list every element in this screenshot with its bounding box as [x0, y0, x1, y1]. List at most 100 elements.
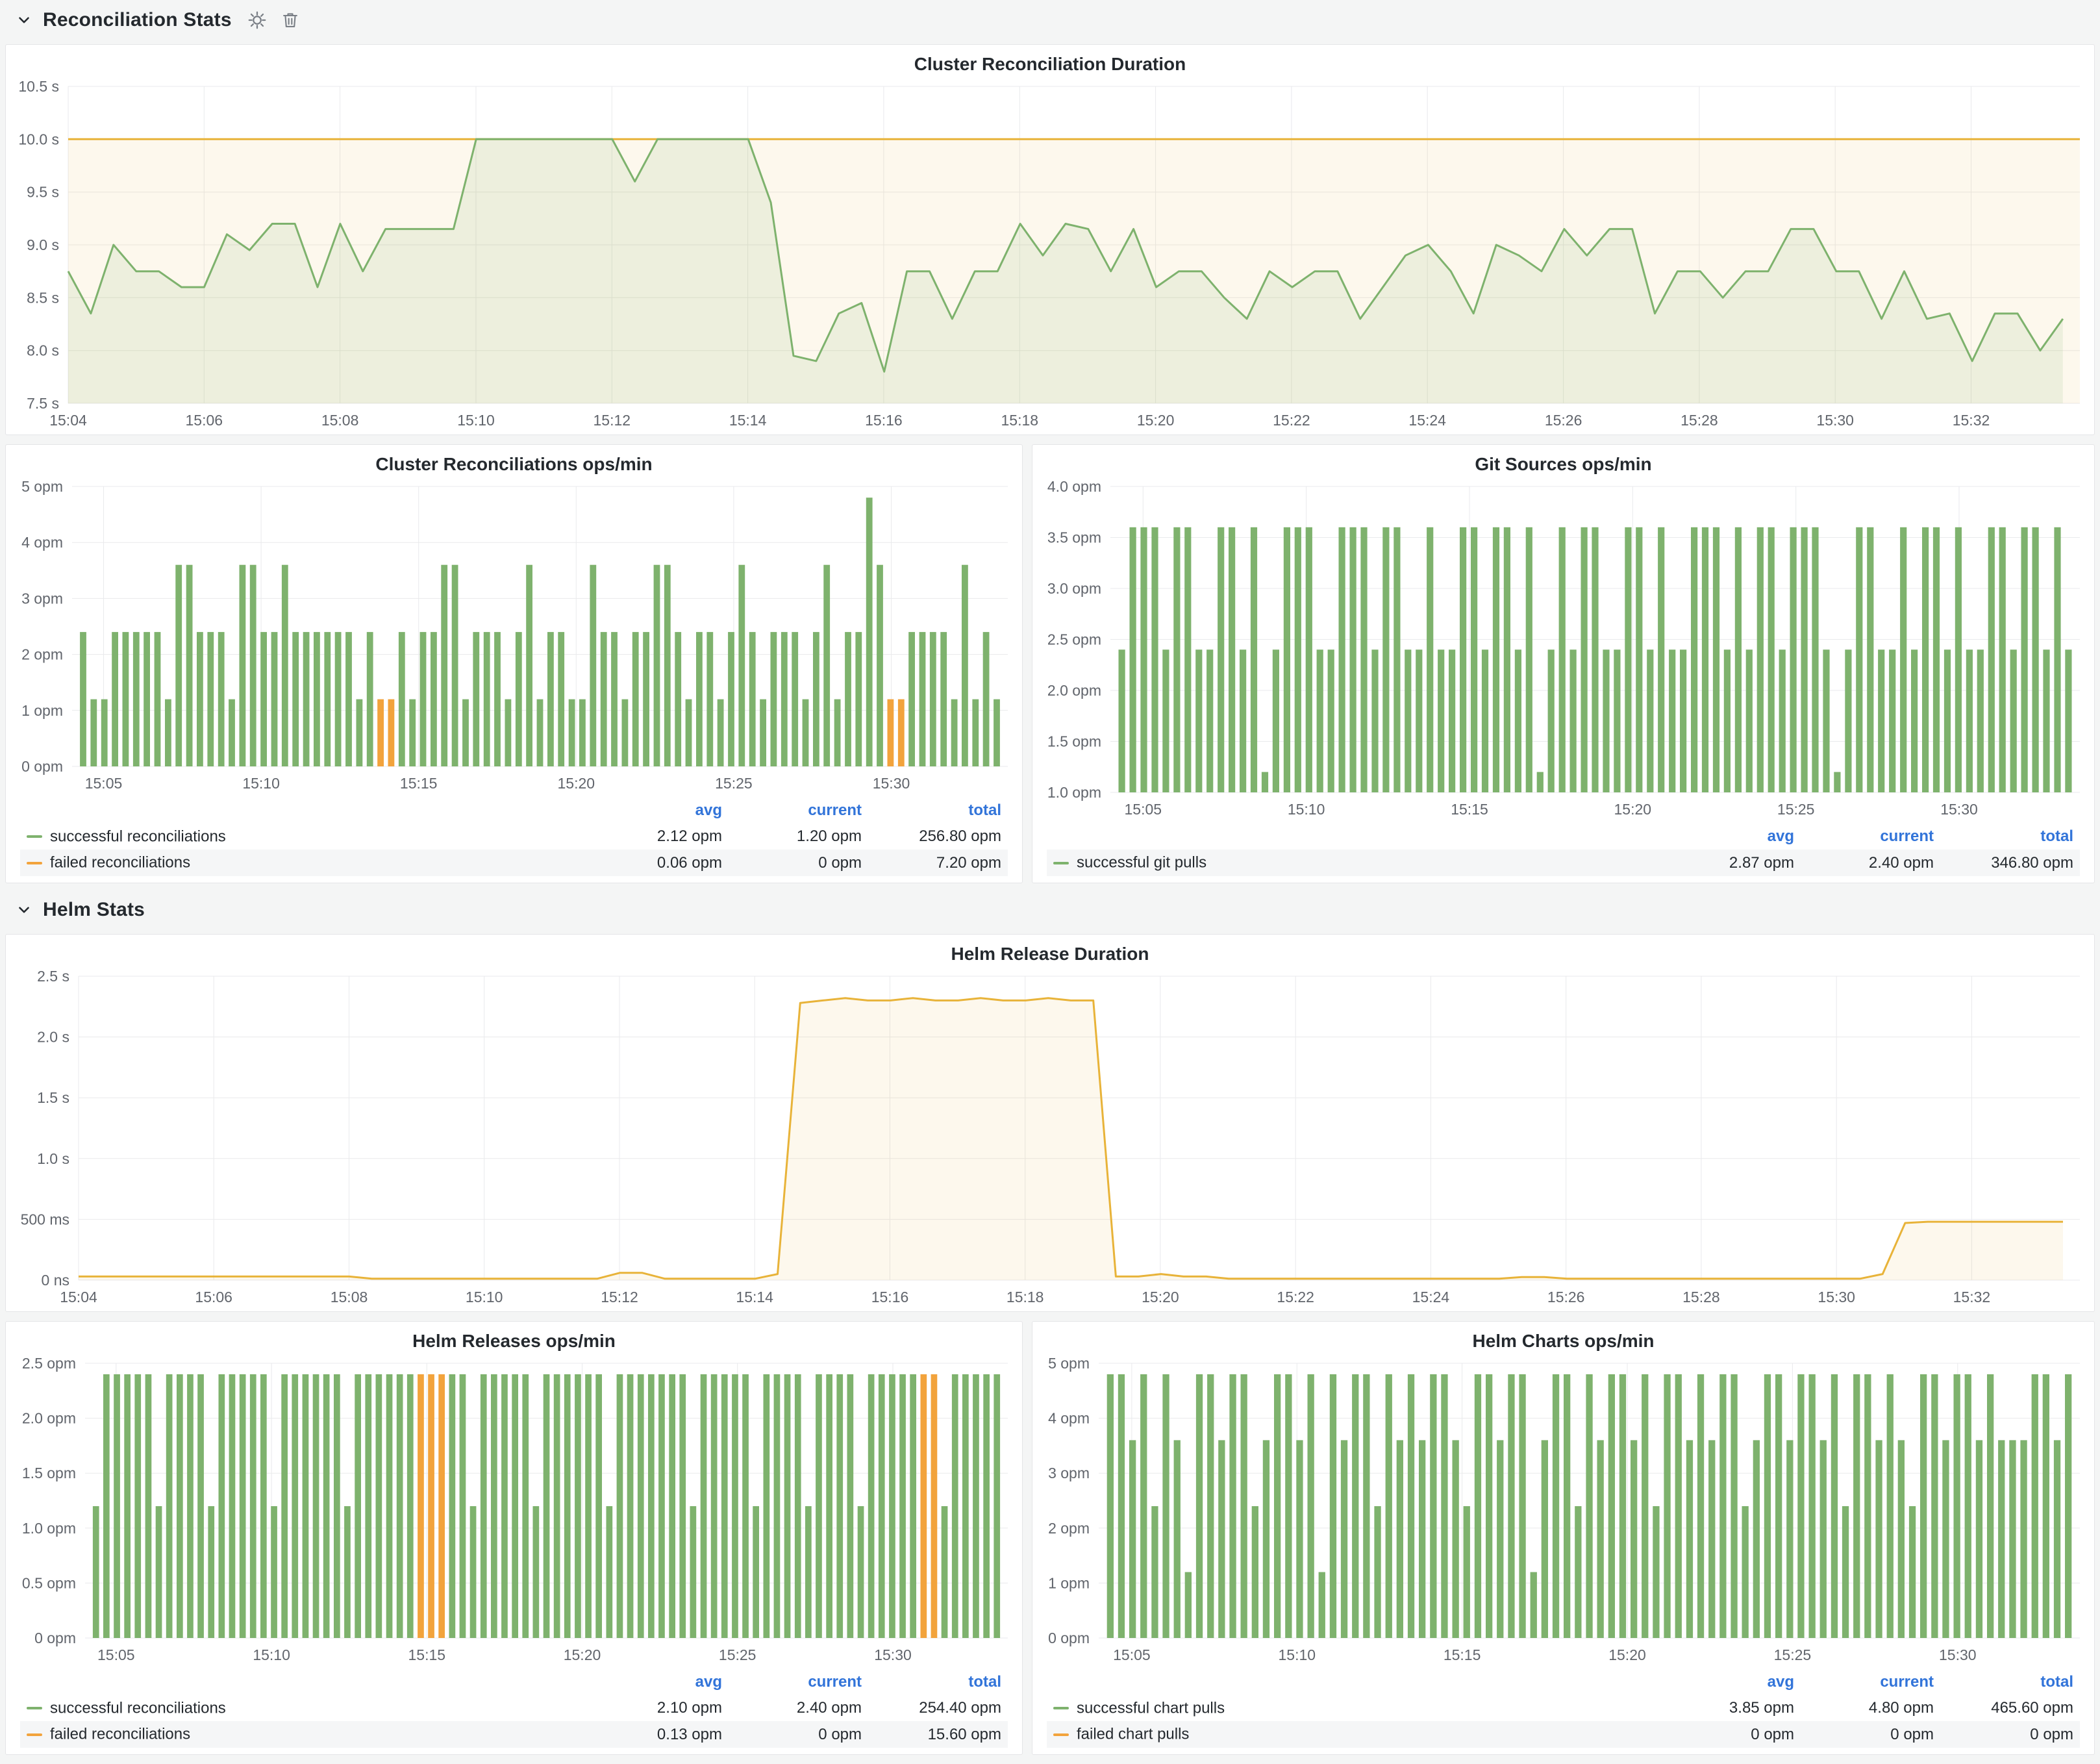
- svg-text:15:30: 15:30: [874, 1646, 912, 1663]
- svg-text:15:18: 15:18: [1006, 1289, 1044, 1305]
- svg-text:0.5 opm: 0.5 opm: [22, 1574, 76, 1591]
- svg-text:9.0 s: 9.0 s: [27, 236, 59, 253]
- legend-col-total[interactable]: total: [868, 798, 1008, 824]
- svg-text:15:12: 15:12: [594, 412, 631, 429]
- svg-text:15:16: 15:16: [865, 412, 903, 429]
- legend-col-total[interactable]: total: [1940, 824, 2080, 850]
- panel-cluster-reconciliations-ops: Cluster Reconciliations ops/min 15:0515:…: [5, 444, 1023, 883]
- trash-icon[interactable]: [281, 10, 299, 30]
- legend-series-name[interactable]: failed reconciliations: [50, 1726, 190, 1743]
- panel-helm-release-duration: Helm Release Duration 15:0415:0615:0815:…: [5, 934, 2095, 1312]
- svg-text:15:28: 15:28: [1681, 412, 1718, 429]
- svg-text:9.5 s: 9.5 s: [27, 184, 59, 201]
- legend-col-total[interactable]: total: [1940, 1669, 2080, 1695]
- chevron-down-icon[interactable]: [16, 901, 32, 918]
- legend-series-name[interactable]: successful git pulls: [1077, 854, 1206, 872]
- svg-text:5 opm: 5 opm: [21, 478, 63, 495]
- legend-col-total[interactable]: total: [868, 1669, 1008, 1695]
- legend-row-failed: failed reconciliations 0.13 opm 0 opm 15…: [20, 1721, 1008, 1748]
- legend-current-value: 0 opm: [729, 1721, 868, 1748]
- legend-row-failed: failed chart pulls 0 opm 0 opm 0 opm: [1047, 1721, 2080, 1748]
- svg-text:7.5 s: 7.5 s: [27, 395, 59, 412]
- legend-header-row: avg current total: [20, 1669, 1008, 1695]
- svg-text:15:15: 15:15: [408, 1646, 446, 1663]
- legend-series-name[interactable]: failed reconciliations: [50, 854, 190, 872]
- helm-release-duration-chart[interactable]: 15:0415:0615:0815:1015:1215:1415:1615:18…: [6, 966, 2094, 1311]
- chevron-down-icon[interactable]: [16, 12, 32, 29]
- legend-current-value: 0 opm: [729, 850, 868, 876]
- cluster-reconciliations-ops-chart[interactable]: 15:0515:1015:1515:2015:2515:300 opm1 opm…: [6, 476, 1022, 798]
- legend-current-value: 4.80 opm: [1801, 1695, 1940, 1722]
- legend-col-avg[interactable]: avg: [1661, 824, 1801, 850]
- panel-title[interactable]: Helm Releases ops/min: [6, 1322, 1022, 1353]
- svg-text:0 opm: 0 opm: [21, 758, 63, 775]
- legend-col-avg[interactable]: avg: [589, 798, 729, 824]
- panel-title[interactable]: Cluster Reconciliations ops/min: [6, 445, 1022, 476]
- svg-text:2.0 opm: 2.0 opm: [1047, 682, 1101, 699]
- svg-text:10.5 s: 10.5 s: [18, 78, 59, 95]
- helm-charts-ops-chart[interactable]: 15:0515:1015:1515:2015:2515:300 opm1 opm…: [1032, 1353, 2094, 1669]
- legend-current-value: 0 opm: [1801, 1721, 1940, 1748]
- legend: avg current total successful reconciliat…: [6, 798, 1022, 883]
- gear-icon[interactable]: [247, 10, 267, 30]
- svg-text:15:18: 15:18: [1001, 412, 1039, 429]
- svg-text:15:05: 15:05: [97, 1646, 135, 1663]
- legend-col-avg[interactable]: avg: [589, 1669, 729, 1695]
- legend-avg-value: 0.13 opm: [589, 1721, 729, 1748]
- panel-title[interactable]: Helm Release Duration: [6, 935, 2094, 966]
- svg-text:10.0 s: 10.0 s: [18, 131, 59, 147]
- svg-text:2.5 s: 2.5 s: [37, 968, 69, 985]
- legend-col-avg[interactable]: avg: [1661, 1669, 1801, 1695]
- legend-current-value: 2.40 opm: [729, 1695, 868, 1722]
- svg-text:15:15: 15:15: [1444, 1646, 1481, 1663]
- svg-text:15:10: 15:10: [1288, 801, 1325, 818]
- svg-text:15:25: 15:25: [719, 1646, 756, 1663]
- svg-text:15:10: 15:10: [457, 412, 495, 429]
- legend-series-name[interactable]: successful reconciliations: [50, 827, 226, 845]
- svg-text:15:08: 15:08: [331, 1289, 368, 1305]
- svg-text:1 opm: 1 opm: [1048, 1574, 1090, 1591]
- svg-text:15:24: 15:24: [1412, 1289, 1450, 1305]
- cluster-reconciliation-duration-chart[interactable]: 15:0415:0615:0815:1015:1215:1415:1615:18…: [6, 76, 2094, 435]
- legend-avg-value: 2.12 opm: [589, 824, 729, 850]
- panel-title[interactable]: Git Sources ops/min: [1032, 445, 2094, 476]
- svg-text:500 ms: 500 ms: [21, 1211, 69, 1228]
- legend-col-current[interactable]: current: [729, 798, 868, 824]
- legend-series-name[interactable]: successful reconciliations: [50, 1699, 226, 1717]
- section-title[interactable]: Reconciliation Stats: [43, 9, 232, 31]
- legend-row-successful: successful git pulls 2.87 opm 2.40 opm 3…: [1047, 850, 2080, 876]
- svg-text:15:20: 15:20: [1608, 1646, 1646, 1663]
- svg-text:15:10: 15:10: [466, 1289, 503, 1305]
- svg-text:15:04: 15:04: [49, 412, 87, 429]
- section-header-helm-stats: Helm Stats: [5, 892, 2095, 925]
- legend: avg current total successful git pulls 2…: [1032, 824, 2094, 883]
- panel-title[interactable]: Helm Charts ops/min: [1032, 1322, 2094, 1353]
- svg-text:15:22: 15:22: [1277, 1289, 1314, 1305]
- section-title[interactable]: Helm Stats: [43, 899, 145, 921]
- svg-text:2.5 opm: 2.5 opm: [22, 1355, 76, 1372]
- svg-text:4 opm: 4 opm: [21, 534, 63, 551]
- svg-text:15:20: 15:20: [1614, 801, 1652, 818]
- svg-text:15:30: 15:30: [1939, 1646, 1977, 1663]
- legend-current-value: 2.40 opm: [1801, 850, 1940, 876]
- svg-text:15:32: 15:32: [1953, 1289, 1991, 1305]
- panel-helm-releases-ops: Helm Releases ops/min 15:0515:1015:1515:…: [5, 1321, 1023, 1755]
- legend-col-current[interactable]: current: [1801, 824, 1940, 850]
- svg-text:15:20: 15:20: [564, 1646, 601, 1663]
- svg-text:15:32: 15:32: [1953, 412, 1990, 429]
- svg-text:15:14: 15:14: [729, 412, 767, 429]
- panel-title[interactable]: Cluster Reconciliation Duration: [6, 45, 2094, 76]
- svg-text:0 ns: 0 ns: [42, 1272, 69, 1289]
- helm-releases-ops-chart[interactable]: 15:0515:1015:1515:2015:2515:300 opm0.5 o…: [6, 1353, 1022, 1669]
- legend-series-name[interactable]: failed chart pulls: [1077, 1726, 1189, 1743]
- legend-col-current[interactable]: current: [1801, 1669, 1940, 1695]
- series-swatch-orange: [1053, 1733, 1069, 1736]
- svg-text:15:06: 15:06: [195, 1289, 232, 1305]
- svg-text:5 opm: 5 opm: [1048, 1355, 1090, 1372]
- legend-series-name[interactable]: successful chart pulls: [1077, 1699, 1225, 1717]
- svg-text:15:15: 15:15: [1451, 801, 1488, 818]
- git-sources-ops-chart[interactable]: 15:0515:1015:1515:2015:2515:301.0 opm1.5…: [1032, 476, 2094, 824]
- legend-col-current[interactable]: current: [729, 1669, 868, 1695]
- svg-text:1 opm: 1 opm: [21, 702, 63, 719]
- svg-text:15:12: 15:12: [601, 1289, 638, 1305]
